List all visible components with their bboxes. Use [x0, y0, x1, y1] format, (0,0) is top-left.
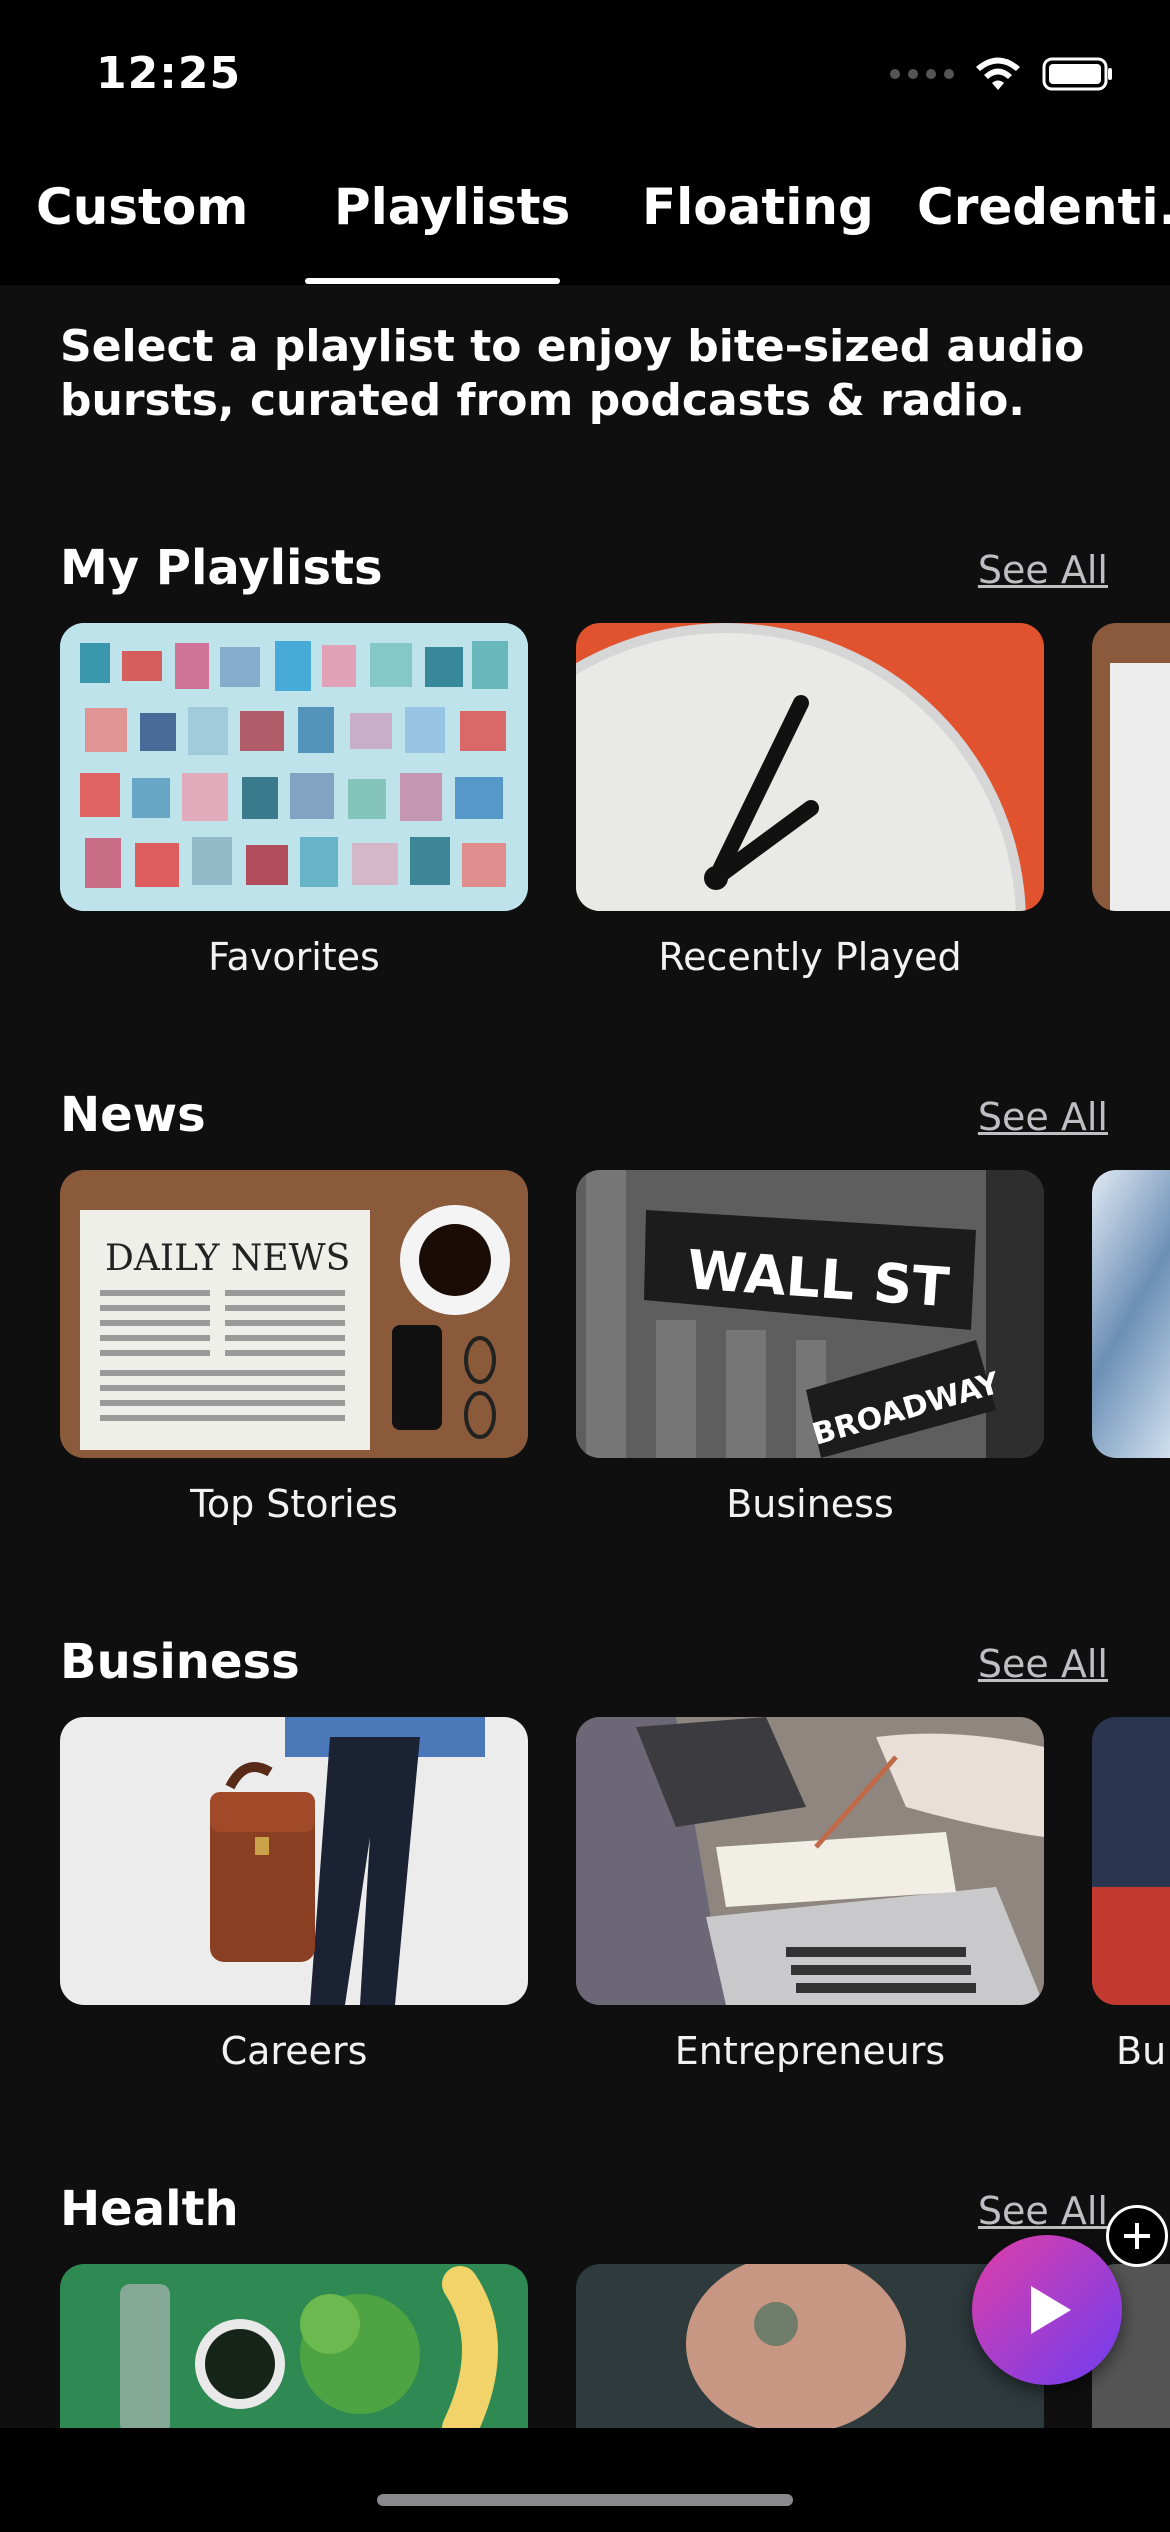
status-bar: 12:25 — [0, 0, 1170, 150]
tab-credentials[interactable]: Credenti... — [917, 178, 1170, 236]
see-all-health[interactable]: See All — [978, 2189, 1108, 2233]
recently-played-image — [576, 623, 1044, 911]
playlist-label-favorites: Favorites — [208, 935, 380, 979]
health-image-1 — [60, 2264, 528, 2428]
entrepreneurs-image — [576, 1717, 1044, 2005]
playlist-card-health-1[interactable] — [60, 2264, 528, 2428]
careers-image — [60, 1717, 528, 2005]
tab-custom[interactable]: Custom — [36, 178, 248, 236]
business-news-image: WALL ST BROADWAY — [576, 1170, 1044, 1458]
playlist-label-entrepreneurs: Entrepreneurs — [674, 2029, 946, 2073]
section-title-business: Business — [60, 1634, 300, 1690]
see-all-news[interactable]: See All — [978, 1095, 1108, 1139]
section-title-news: News — [60, 1087, 206, 1143]
playlist-card-entrepreneurs[interactable] — [576, 1717, 1044, 2005]
playlist-label-careers: Careers — [220, 2029, 368, 2073]
cellular-signal-icon — [890, 69, 954, 79]
favorites-image — [60, 623, 528, 911]
playlist-card-careers[interactable] — [60, 1717, 528, 2005]
playlist-card-peek-2[interactable] — [1092, 1170, 1170, 1458]
tab-bar: Custom Playlists Floating Credenti... — [0, 150, 1170, 285]
plus-icon — [1124, 2223, 1150, 2249]
play-icon — [1031, 2286, 1071, 2334]
see-all-business[interactable]: See All — [978, 1642, 1108, 1686]
active-tab-indicator — [305, 278, 560, 284]
tab-playlists[interactable]: Playlists — [334, 178, 570, 236]
play-button[interactable] — [972, 2235, 1122, 2385]
playlist-card-business-news[interactable]: WALL ST BROADWAY — [576, 1170, 1044, 1458]
home-bar — [0, 2428, 1170, 2532]
see-all-my-playlists[interactable]: See All — [978, 548, 1108, 592]
top-stories-image: DAILY NEWS — [60, 1170, 528, 1458]
status-time: 12:25 — [96, 48, 242, 99]
playlist-card-peek-1[interactable] — [1092, 623, 1170, 911]
playlist-label-peek-3: Bu... — [1116, 2029, 1170, 2073]
tab-floating[interactable]: Floating — [642, 178, 874, 236]
health-image-2 — [576, 2264, 1044, 2428]
newspaper-headline: DAILY NEWS — [105, 1238, 350, 1279]
playlist-card-recently-played[interactable] — [576, 623, 1044, 911]
wifi-icon — [976, 57, 1020, 90]
battery-icon — [1042, 57, 1112, 91]
playlist-card-peek-3[interactable] — [1092, 1717, 1170, 2005]
playlist-label-business-news: Business — [726, 1482, 894, 1526]
playlist-card-favorites[interactable] — [60, 623, 528, 911]
section-title-health: Health — [60, 2181, 239, 2237]
intro-text: Select a playlist to enjoy bite-sized au… — [60, 321, 1085, 426]
playlist-card-top-stories[interactable]: DAILY NEWS — [60, 1170, 528, 1458]
section-title-my-playlists: My Playlists — [60, 540, 383, 596]
playlist-label-top-stories: Top Stories — [190, 1482, 398, 1526]
playlist-card-health-2[interactable] — [576, 2264, 1044, 2428]
home-indicator[interactable] — [377, 2494, 793, 2506]
add-button[interactable] — [1106, 2205, 1168, 2267]
playlist-label-recently-played: Recently Played — [658, 935, 962, 979]
